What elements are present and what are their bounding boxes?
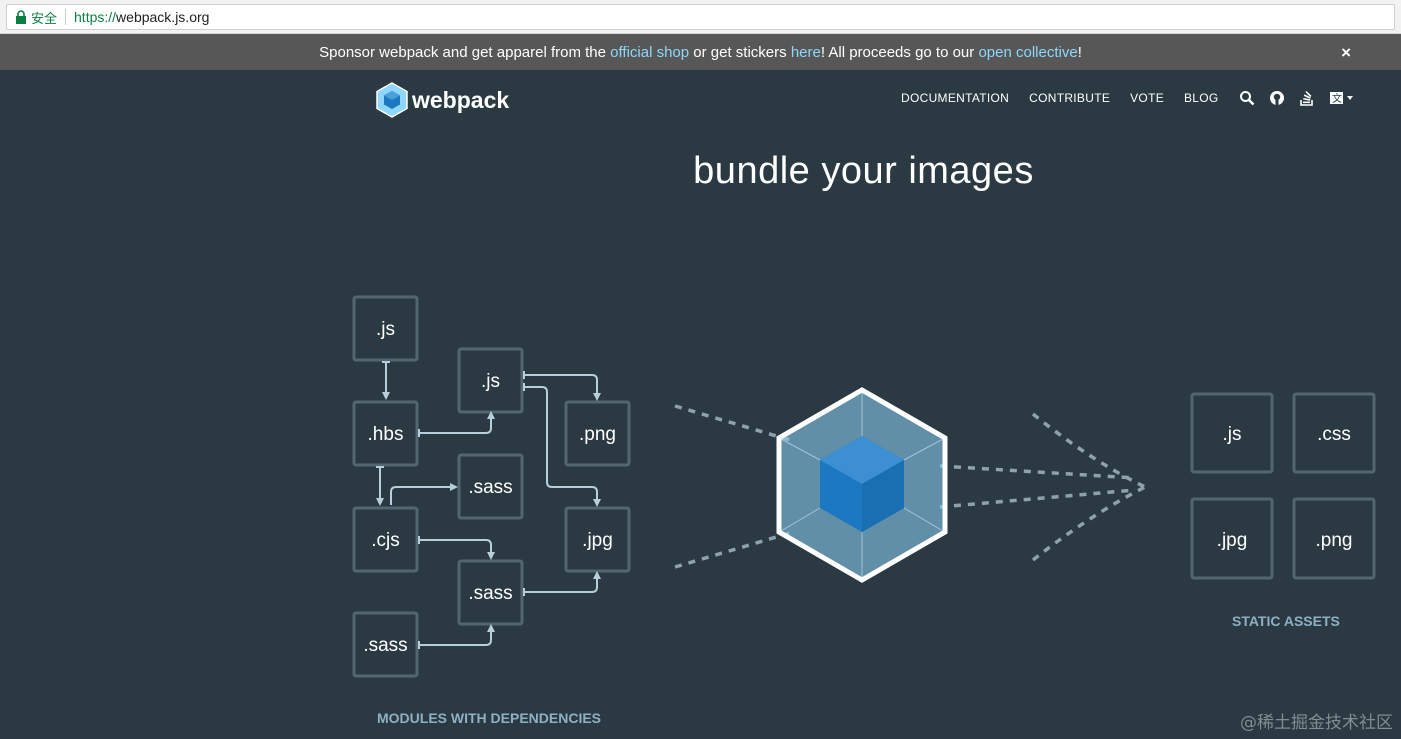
module-box: .sass [457,453,524,520]
module-box: .png [564,400,631,467]
module-label: .jpg [582,530,613,551]
module-label: .cjs [371,530,400,551]
asset-box: .css [1292,392,1376,474]
module-label: .sass [363,635,407,656]
asset-label: .js [1223,424,1242,445]
module-label: .js [481,371,500,392]
asset-box: .js [1190,392,1274,474]
module-label: .js [376,319,395,340]
asset-box: .png [1292,497,1376,580]
module-label: .png [579,424,616,445]
modules-caption: MODULES WITH DEPENDENCIES [377,710,602,726]
module-box: .hbs [352,400,419,467]
module-label: .sass [468,477,512,498]
webpack-cube-icon [776,387,948,583]
asset-label: .jpg [1217,530,1248,551]
watermark: @稀土掘金技术社区 [1240,713,1393,733]
assets-caption: STATIC ASSETS [1232,613,1340,629]
module-box: .jpg [564,506,631,573]
module-box: .cjs [352,506,419,573]
module-box: .sass [457,559,524,626]
module-box: .js [352,295,419,362]
module-box: .js [457,347,524,414]
module-label: .hbs [368,424,404,445]
asset-label: .png [1316,530,1353,551]
asset-box: .jpg [1190,497,1274,580]
module-label: .sass [468,583,512,604]
module-box: .sass [352,611,419,678]
bundle-diagram: .js .js .png .hbs .sass .jpg .cjs .sass … [352,295,1376,678]
asset-label: .css [1317,424,1351,445]
